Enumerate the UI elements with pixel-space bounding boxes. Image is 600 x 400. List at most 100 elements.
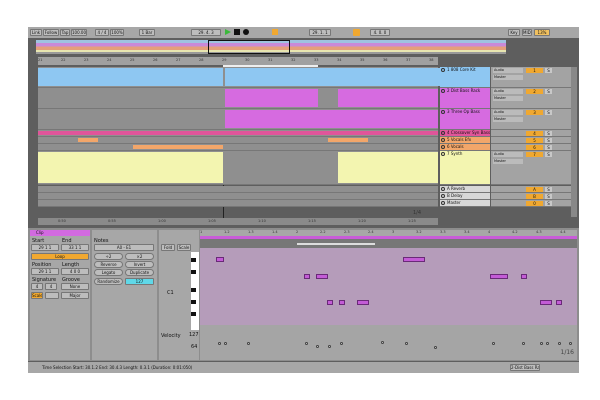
track-activator-icon[interactable] — [441, 187, 445, 191]
track-lane[interactable] — [38, 200, 438, 207]
bar-ruler[interactable]: 21 22 23 24 25 26 27 28 29 30 31 32 33 34 35 36 37 38 — [38, 57, 438, 65]
velocity-marker[interactable] — [328, 345, 331, 348]
velocity-lane[interactable] — [200, 325, 577, 360]
clip[interactable] — [328, 138, 368, 142]
velocity-marker[interactable] — [434, 346, 437, 349]
track-name[interactable]: 7 Synth — [447, 151, 462, 156]
midi-note[interactable] — [216, 257, 224, 262]
velocity-marker[interactable] — [218, 342, 221, 345]
track-header[interactable]: Master — [440, 200, 490, 207]
solo-button[interactable]: S — [545, 152, 552, 157]
legato-button[interactable]: Legato — [94, 269, 123, 276]
black-key[interactable] — [191, 312, 196, 316]
input-type-dropdown[interactable]: Audio — [493, 110, 523, 115]
solo-button[interactable]: S — [545, 194, 552, 199]
velocity-marker[interactable] — [316, 345, 319, 348]
solo-button[interactable]: S — [545, 201, 552, 206]
double-button[interactable]: ×2 — [125, 253, 154, 260]
zoom-field[interactable]: 100% — [110, 29, 124, 36]
solo-button[interactable]: S — [545, 145, 552, 150]
velocity-marker[interactable] — [381, 341, 384, 344]
track-name[interactable]: 1 808 Core Kit — [447, 67, 476, 72]
track-header[interactable]: 2 Dist Bass Rack — [440, 88, 490, 109]
midi-note[interactable] — [316, 274, 328, 279]
track-header[interactable]: B Delay — [440, 193, 490, 200]
solo-button[interactable]: S — [545, 110, 552, 115]
track-activator-icon[interactable] — [441, 68, 445, 72]
velocity-marker[interactable] — [540, 342, 543, 345]
notes-range-field[interactable]: A0 - E1 — [94, 244, 154, 251]
track-lane[interactable] — [38, 88, 438, 109]
clip[interactable] — [133, 145, 223, 149]
midi-note[interactable] — [556, 300, 562, 305]
invert-button[interactable]: Invert — [125, 261, 154, 268]
output-routing-dropdown[interactable]: Master — [493, 117, 523, 122]
input-type-dropdown[interactable]: Audio — [493, 152, 523, 157]
black-key[interactable] — [191, 258, 196, 262]
quantize-dropdown[interactable]: 1 Bar — [139, 29, 155, 36]
velocity-marker[interactable] — [340, 342, 343, 345]
randomize-button[interactable]: Randomize — [94, 278, 123, 285]
velocity-marker[interactable] — [305, 342, 308, 345]
track-header[interactable]: 4 Crossover Syn Bass — [440, 130, 490, 137]
track-header[interactable]: 6 Vocals — [440, 144, 490, 151]
track-name[interactable]: 2 Dist Bass Rack — [447, 88, 480, 93]
key-map-button[interactable]: Key — [508, 29, 520, 36]
track-activator-icon[interactable] — [441, 138, 445, 142]
track-lane[interactable] — [38, 151, 438, 185]
track-name[interactable]: B Delay — [447, 193, 463, 198]
follow-button[interactable]: Follow — [43, 29, 59, 36]
track-header[interactable]: A Reverb — [440, 186, 490, 193]
length-field[interactable]: 4 0 0 — [61, 268, 89, 275]
start-field[interactable]: 29 1 1 — [31, 244, 59, 251]
track-name[interactable]: 4 Crossover Syn Bass — [447, 130, 490, 135]
track-activator-icon[interactable] — [441, 194, 445, 198]
clip[interactable] — [38, 152, 223, 183]
midi-note[interactable] — [304, 274, 310, 279]
track-number-button[interactable]: 3 — [526, 110, 543, 115]
clip[interactable] — [38, 131, 438, 135]
clip[interactable] — [78, 138, 98, 142]
midi-note[interactable] — [490, 274, 508, 279]
track-lane[interactable] — [38, 109, 438, 130]
track-activator-icon[interactable] — [441, 89, 445, 93]
input-type-dropdown[interactable]: Audio — [493, 89, 523, 94]
position-field[interactable]: 29. 4. 3 — [191, 29, 221, 36]
track-lane[interactable] — [38, 130, 438, 137]
scale-highlight-button[interactable]: Scale — [177, 244, 191, 251]
track-activator-icon[interactable] — [441, 201, 445, 205]
solo-button[interactable]: S — [545, 89, 552, 94]
velocity-marker[interactable] — [546, 342, 549, 345]
track-name[interactable]: A Reverb — [447, 186, 465, 191]
clip[interactable] — [338, 152, 438, 183]
track-name[interactable]: 5 Vocals Efx — [447, 137, 471, 142]
scale-button[interactable]: Scale — [31, 292, 43, 299]
track-number-button[interactable]: A — [526, 187, 543, 192]
track-number-button[interactable]: 7 — [526, 152, 543, 157]
track-name[interactable]: 6 Vocals — [447, 144, 464, 149]
black-key[interactable] — [191, 288, 196, 292]
halve-button[interactable]: ÷2 — [94, 253, 123, 260]
draw-mode-icon[interactable] — [272, 29, 278, 35]
track-activator-icon[interactable] — [441, 110, 445, 114]
link-button[interactable]: Link — [30, 29, 42, 36]
track-number-button[interactable]: 1 — [526, 68, 543, 73]
loop-start-field[interactable]: 29. 1. 1 — [309, 29, 331, 36]
play-icon[interactable] — [225, 29, 231, 35]
midi-note[interactable] — [540, 300, 552, 305]
piano-keyboard[interactable] — [191, 252, 199, 330]
track-lane[interactable] — [38, 193, 438, 200]
midi-note[interactable] — [327, 300, 333, 305]
track-lane[interactable] — [38, 144, 438, 151]
track-activator-icon[interactable] — [441, 131, 445, 135]
record-icon[interactable] — [243, 29, 249, 35]
track-lane[interactable] — [38, 186, 438, 193]
track-name[interactable]: 3 Three Op Bass — [447, 109, 480, 114]
vertical-scrollbar[interactable] — [571, 67, 577, 217]
tempo-field[interactable]: 100.00 — [71, 29, 87, 36]
track-header[interactable]: 5 Vocals Efx — [440, 137, 490, 144]
velocity-field[interactable]: 127 — [125, 278, 154, 285]
time-selection-marker[interactable] — [297, 243, 375, 245]
velocity-marker[interactable] — [492, 342, 495, 345]
velocity-marker[interactable] — [522, 342, 525, 345]
